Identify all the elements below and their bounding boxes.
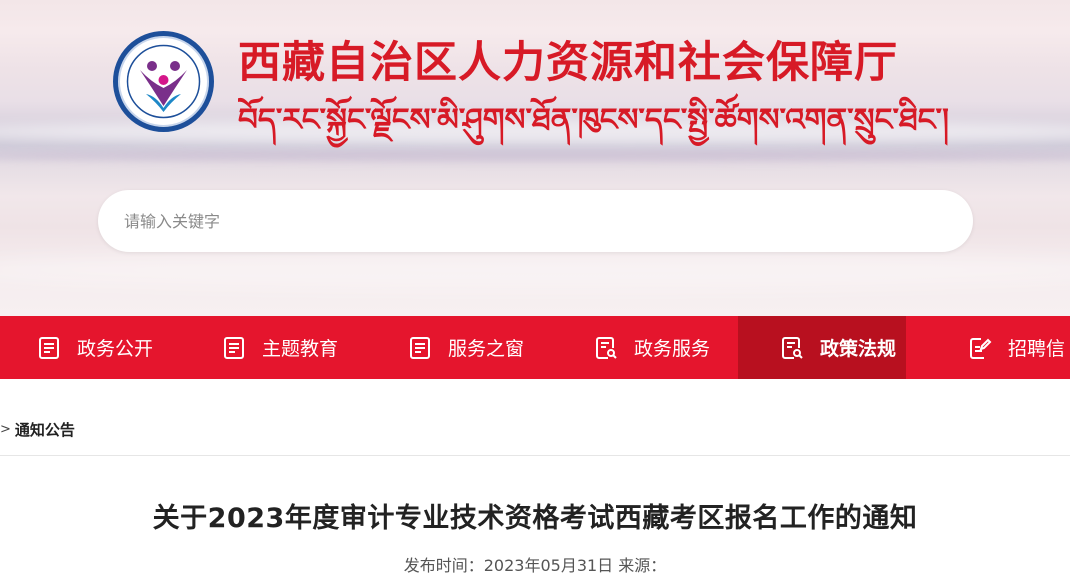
nav-item-label: 招聘信	[1008, 338, 1066, 360]
nav-item-gov-affairs[interactable]: 政务公开	[0, 316, 192, 379]
nav-item-service-window[interactable]: 服务之窗	[378, 316, 564, 379]
document-search-icon	[782, 336, 803, 359]
header-banner: 西藏自治区人力资源和社会保障厅 བོད་རང་སྐྱོང་ལྗོངས་མི་ཤུ…	[0, 0, 1070, 316]
article-title: 关于2023年度审计专业技术资格考试西藏考区报名工作的通知	[152, 503, 918, 534]
breadcrumb: > 通知公告	[0, 407, 75, 451]
breadcrumb-arrow-icon: >	[0, 421, 11, 437]
document-icon	[410, 336, 430, 359]
banner-cloud	[0, 250, 1070, 290]
article-meta: 发布时间：2023年05月31日 来源：	[403, 556, 667, 575]
logo-emblem-icon	[126, 44, 201, 119]
nav-item-label: 政务服务	[634, 338, 711, 360]
nav-item-theme-education[interactable]: 主题教育	[192, 316, 378, 379]
nav-item-recruitment[interactable]: 招聘信	[906, 316, 1070, 379]
divider	[0, 455, 1070, 456]
edit-document-icon	[970, 337, 992, 359]
nav-item-policy-regulations[interactable]: 政策法规	[738, 316, 906, 379]
document-icon	[39, 336, 59, 359]
nav-item-label: 主题教育	[262, 338, 339, 360]
site-logo[interactable]	[113, 31, 214, 132]
nav-item-label: 政策法规	[820, 338, 897, 360]
site-title-tibetan: བོད་རང་སྐྱོང་ལྗོངས་མི་ཤུགས་ཐོན་ཁུངས་དང་ས…	[238, 102, 948, 138]
document-search-icon	[596, 336, 617, 359]
nav-item-label: 服务之窗	[448, 338, 525, 360]
site-title: 西藏自治区人力资源和社会保障厅	[238, 38, 898, 88]
breadcrumb-current[interactable]: 通知公告	[15, 419, 75, 440]
search-input[interactable]	[124, 204, 884, 238]
nav-item-label: 政务公开	[77, 338, 154, 360]
main-nav: 政务公开 主题教育 服务之窗 政务服务 政策法规 招聘信	[0, 316, 1070, 379]
search-bar	[98, 190, 973, 252]
document-icon	[224, 336, 244, 359]
nav-item-gov-services[interactable]: 政务服务	[564, 316, 738, 379]
